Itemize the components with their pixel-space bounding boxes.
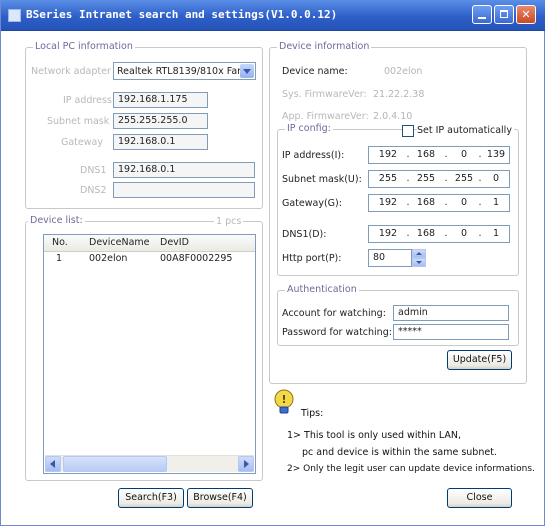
device-list-legend: Device list:	[28, 215, 85, 226]
ip-dot: .	[406, 197, 410, 208]
device-name-value: 002elon	[384, 66, 423, 77]
set-ip-auto-label[interactable]: Set IP automatically	[417, 125, 514, 136]
subnet-mask-label: Subnet mask(U):	[282, 174, 362, 185]
gateway-octet-2: 168	[416, 197, 436, 208]
password-label: Password for watching:	[282, 327, 392, 338]
dns1-input[interactable]: 192. 168. 0. 1	[368, 225, 510, 243]
local-pc-legend: Local PC information	[33, 41, 135, 52]
close-window-button[interactable]: ✕	[516, 5, 536, 24]
account-label: Account for watching:	[282, 308, 386, 319]
scroll-right-icon[interactable]	[238, 456, 254, 472]
row-devid: 00A8F0002295	[160, 253, 233, 264]
table-header: No. DeviceName DevID	[44, 235, 255, 252]
spin-up-icon[interactable]	[412, 249, 426, 258]
app-firmware-label: App. FirmwareVer:	[282, 111, 369, 122]
ip-dot: .	[444, 149, 448, 160]
local-gateway-label: Gateway	[61, 137, 103, 148]
tips-title: Tips:	[301, 408, 324, 419]
subnet-octet-2: 255	[416, 173, 436, 184]
local-gateway-field: 192.168.0.1	[113, 134, 208, 150]
dns1-octet-1: 192	[378, 228, 398, 239]
app-icon	[8, 9, 21, 22]
gateway-label: Gateway(G):	[282, 198, 342, 209]
http-port-spinner[interactable]	[412, 249, 426, 267]
dns1-octet-3: 0	[460, 228, 468, 239]
device-list-table[interactable]: No. DeviceName DevID 1 002elon 00A8F0002…	[43, 234, 256, 474]
ip-address-input[interactable]: 192. 168. 0. 139	[368, 146, 510, 164]
row-devicename: 002elon	[89, 253, 128, 264]
device-info-legend: Device information	[277, 41, 372, 52]
ip-dot: .	[444, 173, 448, 184]
table-row[interactable]: 1 002elon 00A8F0002295	[44, 252, 255, 266]
lightbulb-icon: !	[274, 389, 294, 414]
local-dns1-field: 192.168.0.1	[113, 162, 255, 178]
search-button[interactable]: Search(F3)	[118, 488, 184, 508]
local-ip-field: 192.168.1.175	[113, 92, 208, 108]
subnet-mask-input[interactable]: 255. 255. 255. 0	[368, 170, 510, 188]
close-button[interactable]: Close	[447, 488, 512, 508]
tips-line-2: pc and device is within the same subnet.	[302, 447, 497, 458]
subnet-octet-3: 255	[454, 173, 474, 184]
column-header-devicename[interactable]: DeviceName	[89, 237, 150, 248]
network-adapter-label: Network adapter	[31, 66, 111, 77]
gateway-input[interactable]: 192. 168. 0. 1	[368, 194, 510, 212]
tips-line-3: 2> Only the legit user can update device…	[287, 464, 535, 474]
ip-octet-1: 192	[378, 149, 398, 160]
device-name-label: Device name:	[282, 66, 348, 77]
ip-dot: .	[444, 197, 448, 208]
gateway-octet-4: 1	[492, 197, 500, 208]
password-input[interactable]: *****	[393, 324, 509, 340]
ip-octet-2: 168	[416, 149, 436, 160]
local-dns2-field	[113, 182, 255, 198]
main-window: BSeries Intranet search and settings(V1.…	[0, 0, 545, 526]
ip-address-label: IP address(I):	[282, 150, 345, 161]
minimize-button[interactable]	[472, 5, 492, 24]
local-subnet-label: Subnet mask	[47, 116, 110, 127]
subnet-octet-1: 255	[378, 173, 398, 184]
network-adapter-select[interactable]: Realtek RTL8139/810x Far	[113, 62, 256, 80]
column-header-no[interactable]: No.	[52, 237, 68, 248]
local-dns1-label: DNS1	[80, 165, 107, 176]
account-input[interactable]: admin	[393, 305, 509, 321]
local-ip-label: IP address	[63, 95, 112, 106]
ip-dot: .	[406, 173, 410, 184]
local-subnet-field: 255.255.255.0	[113, 113, 208, 129]
maximize-button[interactable]	[494, 5, 514, 24]
ip-config-legend: IP config:	[285, 123, 333, 134]
row-no: 1	[56, 253, 63, 264]
ip-dot: .	[444, 228, 448, 239]
network-adapter-value: Realtek RTL8139/810x Far	[117, 66, 242, 77]
title-bar[interactable]: BSeries Intranet search and settings(V1.…	[1, 0, 545, 31]
scroll-thumb[interactable]	[63, 456, 167, 472]
device-count-label: 1 pcs	[214, 216, 244, 227]
sys-firmware-value: 21.22.2.38	[373, 89, 425, 100]
set-ip-auto-checkbox[interactable]	[402, 125, 414, 137]
browse-button[interactable]: Browse(F4)	[187, 488, 253, 508]
gateway-octet-1: 192	[378, 197, 398, 208]
horizontal-scrollbar[interactable]	[45, 455, 254, 472]
ip-dot: .	[406, 228, 410, 239]
sys-firmware-label: Sys. FirmwareVer:	[282, 89, 367, 100]
app-firmware-value: 2.0.4.10	[373, 111, 413, 122]
ip-octet-4: 139	[486, 149, 506, 160]
spin-down-icon[interactable]	[412, 258, 426, 267]
subnet-octet-4: 0	[492, 173, 500, 184]
dns1-label: DNS1(D):	[282, 229, 327, 240]
gateway-octet-3: 0	[460, 197, 468, 208]
window-title: BSeries Intranet search and settings(V1.…	[26, 8, 338, 21]
http-port-input[interactable]: 80	[368, 249, 412, 267]
chevron-down-icon[interactable]	[240, 64, 254, 78]
tips-line-1: 1> This tool is only used within LAN,	[287, 430, 462, 441]
update-button[interactable]: Update(F5)	[447, 350, 512, 370]
ip-dot: .	[406, 149, 410, 160]
http-port-label: Http port(P):	[282, 253, 342, 264]
column-header-devid[interactable]: DevID	[160, 237, 189, 248]
svg-text:!: !	[281, 393, 286, 406]
scroll-left-icon[interactable]	[45, 456, 61, 472]
ip-octet-3: 0	[460, 149, 468, 160]
dns1-octet-4: 1	[492, 228, 500, 239]
dns1-octet-2: 168	[416, 228, 436, 239]
authentication-legend: Authentication	[285, 284, 359, 295]
local-dns2-label: DNS2	[80, 185, 107, 196]
